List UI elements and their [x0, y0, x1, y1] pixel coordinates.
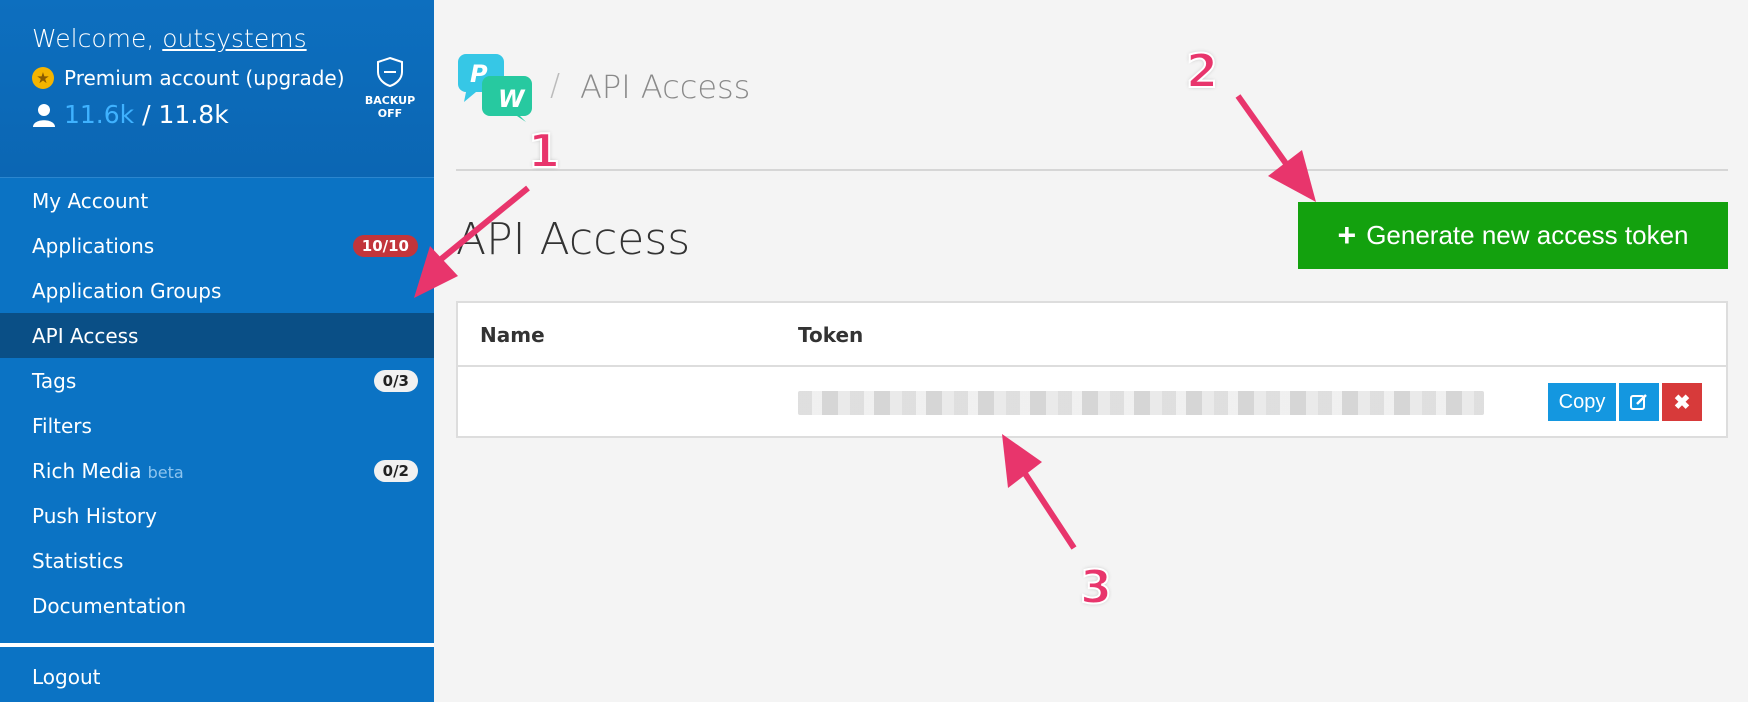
sidebar-item-filters[interactable]: Filters [0, 403, 434, 448]
premium-account-link[interactable]: ★ Premium account (upgrade) [32, 66, 345, 90]
delete-button[interactable]: ✖ [1662, 383, 1702, 421]
annotation-3: 3 [1079, 559, 1113, 615]
sidebar-item-push-history[interactable]: Push History [0, 493, 434, 538]
sidebar-item-documentation[interactable]: Documentation [0, 583, 434, 628]
sidebar: Welcome, outsystems ★ Premium account (u… [0, 0, 434, 702]
account-header: Welcome, outsystems ★ Premium account (u… [0, 0, 434, 178]
table-row-divider [458, 365, 1726, 367]
logo-letter-p: P [470, 60, 488, 88]
logo-letter-w: W [498, 85, 526, 113]
column-header-token: Token [798, 323, 864, 347]
sidebar-item-applications[interactable]: Applications 10/10 [0, 223, 434, 268]
arrow-3 [1021, 470, 1077, 550]
sidebar-menu: My Account Applications 10/10 Applicatio… [0, 178, 434, 628]
breadcrumb: API Access [580, 68, 751, 106]
sidebar-item-tags[interactable]: Tags 0/3 [0, 358, 434, 403]
sidebar-item-application-groups[interactable]: Application Groups [0, 268, 434, 313]
tokens-table: Name Token Copy ✖ [456, 301, 1728, 438]
copy-button[interactable]: Copy [1548, 383, 1616, 421]
arrow-2-head [1268, 150, 1316, 202]
row-actions: Copy ✖ [1548, 383, 1702, 421]
star-icon: ★ [32, 67, 54, 89]
shield-icon [377, 56, 403, 88]
user-icon [33, 103, 55, 127]
welcome-text: Welcome, outsystems [32, 24, 307, 53]
edit-icon [1630, 394, 1647, 410]
pushwoosh-logo[interactable]: P W [456, 52, 536, 122]
page-title: API Access [456, 214, 691, 265]
sidebar-item-statistics[interactable]: Statistics [0, 538, 434, 583]
edit-button[interactable] [1619, 383, 1659, 421]
sidebar-item-my-account[interactable]: My Account [0, 178, 434, 223]
backup-toggle[interactable]: BACKUP OFF [362, 56, 418, 120]
tags-count-badge: 0/3 [373, 369, 418, 392]
generate-token-button[interactable]: + Generate new access token [1298, 202, 1728, 269]
rich-media-count-badge: 0/2 [373, 459, 418, 482]
subscriber-counts: 11.6k / 11.8k [32, 100, 229, 129]
arrow-3-head [1002, 434, 1042, 488]
breadcrumb-separator: / [550, 68, 561, 103]
sidebar-divider [0, 643, 434, 647]
annotation-2: 2 [1185, 43, 1219, 99]
beta-label: beta [147, 462, 184, 482]
arrow-2 [1235, 94, 1295, 174]
logout-link[interactable]: Logout [32, 665, 100, 689]
header-divider [456, 169, 1728, 171]
close-icon: ✖ [1673, 391, 1691, 414]
token-value-redacted [798, 391, 1484, 415]
applications-count-badge: 10/10 [352, 234, 418, 257]
plus-icon: + [1337, 217, 1357, 253]
sidebar-item-api-access[interactable]: API Access [0, 313, 434, 358]
username-link[interactable]: outsystems [162, 24, 306, 53]
column-header-name: Name [480, 323, 545, 347]
sidebar-item-rich-media[interactable]: Rich Media beta 0/2 [0, 448, 434, 493]
annotation-1: 1 [527, 123, 561, 179]
